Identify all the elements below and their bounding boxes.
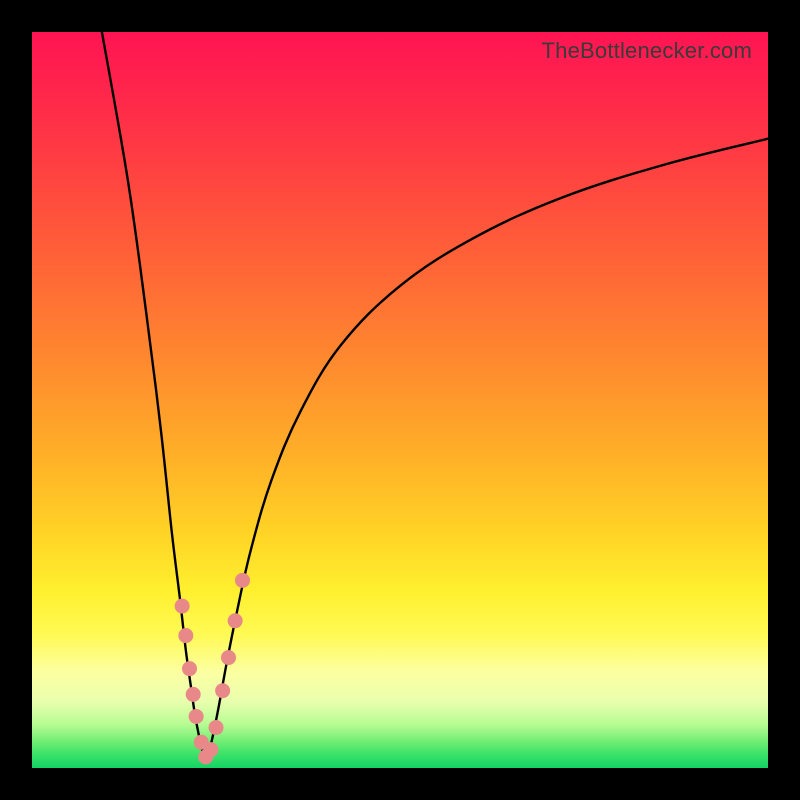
highlight-dot xyxy=(182,661,197,676)
highlight-dot xyxy=(235,573,250,588)
highlight-dot xyxy=(209,720,224,735)
chart-frame: TheBottlenecker.com xyxy=(0,0,800,800)
curve-right-branch xyxy=(206,139,768,759)
highlight-dot xyxy=(221,650,236,665)
highlight-dot xyxy=(215,683,230,698)
curves-layer xyxy=(32,32,768,768)
highlight-dot xyxy=(178,628,193,643)
highlight-dot xyxy=(203,742,218,757)
plot-area: TheBottlenecker.com xyxy=(32,32,768,768)
curve-left-branch xyxy=(102,32,206,759)
highlight-dot xyxy=(186,687,201,702)
highlight-dot xyxy=(189,709,204,724)
highlight-dot xyxy=(175,599,190,614)
highlight-dot xyxy=(228,613,243,628)
